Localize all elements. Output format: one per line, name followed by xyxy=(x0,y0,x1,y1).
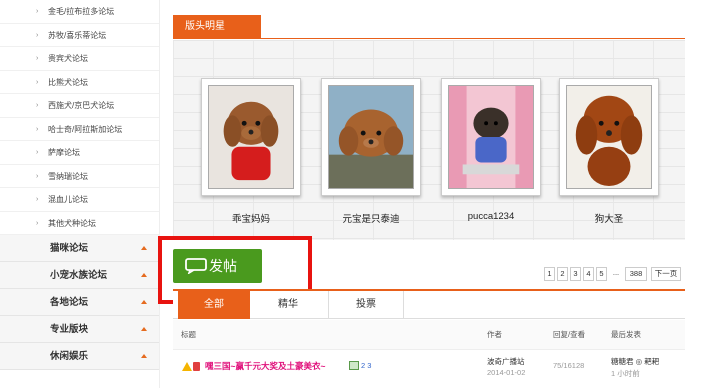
chevron-right-icon: › xyxy=(36,31,39,39)
star-photo-4[interactable] xyxy=(559,78,659,196)
thread-author[interactable]: 波奇广播站 xyxy=(487,356,525,367)
poodle-photo xyxy=(328,85,414,189)
chevron-right-icon: › xyxy=(36,125,39,133)
expand-arrow-icon xyxy=(141,354,147,358)
tab-all[interactable]: 全部 xyxy=(178,291,250,319)
chevron-right-icon: › xyxy=(36,172,39,180)
sidebar-group[interactable]: 猫咪论坛 xyxy=(0,235,159,262)
sidebar-forum-link[interactable]: › 哈士奇/阿拉斯加论坛 xyxy=(0,117,159,141)
sidebar-group[interactable]: 各地论坛 xyxy=(0,289,159,316)
section-title-underline xyxy=(173,38,685,39)
sidebar-group[interactable]: 休闲娱乐 xyxy=(0,343,159,370)
sidebar-forum-label: 金毛/拉布拉多论坛 xyxy=(48,7,115,16)
thread-pages[interactable]: 2 3 xyxy=(361,361,371,370)
sidebar-forum-link[interactable]: › 西施犬/京巴犬论坛 xyxy=(0,94,159,118)
star-photo-2[interactable] xyxy=(321,78,421,196)
thread-table-header: 标题 作者 回复/查看 最后发表 xyxy=(173,320,685,350)
page-link[interactable]: 5 xyxy=(596,267,607,281)
thread-stats: 75/16128 xyxy=(553,361,585,370)
sidebar-forum-label: 苏牧/喜乐蒂论坛 xyxy=(48,30,107,40)
chevron-right-icon: › xyxy=(36,219,39,227)
last-post-user[interactable]: 糖糖君 ◎ 耙耙 xyxy=(611,356,659,367)
sidebar-forum-label: 萨摩论坛 xyxy=(48,148,80,157)
sidebar-forum-link[interactable]: › 金毛/拉布拉多论坛 xyxy=(0,0,159,24)
poodle-photo xyxy=(566,85,652,189)
next-page-button[interactable]: 下一页 xyxy=(651,267,681,281)
chevron-right-icon: › xyxy=(36,196,39,203)
sidebar-forum-link[interactable]: › 混血儿论坛 xyxy=(0,188,159,212)
group-list: 猫咪论坛小宠水族论坛 各地论坛专业版块休闲娱乐 xyxy=(0,235,159,370)
expand-arrow-icon xyxy=(141,246,147,250)
page-link[interactable]: 2 xyxy=(557,267,568,281)
sidebar-group-label: 小宠水族论坛 xyxy=(50,270,108,281)
thread-title[interactable]: 嘿三国~赢千元大奖及土豪美衣~ xyxy=(205,360,325,372)
chevron-right-icon: › xyxy=(36,55,39,62)
sidebar-forum-label: 雪纳瑞论坛 xyxy=(48,171,88,181)
col-stats: 回复/查看 xyxy=(553,330,586,339)
sidebar-forum-link[interactable]: › 雪纳瑞论坛 xyxy=(0,164,159,188)
star-name[interactable]: 乖宝妈妈 xyxy=(201,211,301,225)
sidebar-forum-label: 混血儿论坛 xyxy=(48,195,88,204)
chevron-right-icon: › xyxy=(36,78,39,86)
page-link[interactable]: 3 xyxy=(570,267,581,281)
forum-list: › 金毛/拉布拉多论坛 › 苏牧/喜乐蒂论坛 › 贵宾犬论坛 › 比熊犬论坛 › 西施犬/京巴犬论… xyxy=(0,0,159,235)
sidebar-forum-link[interactable]: › 苏牧/喜乐蒂论坛 xyxy=(0,23,159,47)
last-post-time: 1 小时前 xyxy=(611,369,640,378)
star-name[interactable]: 狗大圣 xyxy=(559,211,659,225)
col-title: 标题 xyxy=(181,330,196,339)
tab-poll[interactable]: 投票 xyxy=(328,291,404,319)
star-name[interactable]: pucca1234 xyxy=(441,211,541,222)
sidebar-group[interactable]: 专业版块 xyxy=(0,316,159,343)
poodle-photo xyxy=(448,85,534,189)
star-photo-1[interactable] xyxy=(201,78,301,196)
page-ellipsis: ... xyxy=(609,267,623,281)
page-link[interactable]: 1 xyxy=(544,267,555,281)
sidebar-forum-label: 其他犬种论坛 xyxy=(48,218,96,228)
chevron-right-icon: › xyxy=(36,8,39,15)
page-link[interactable]: 4 xyxy=(583,267,594,281)
sidebar-group-label: 猫咪论坛 xyxy=(50,243,89,254)
section-title: 版头明星 xyxy=(173,15,261,39)
sidebar-forum-label: 西施犬/京巴犬论坛 xyxy=(48,101,115,110)
expand-arrow-icon xyxy=(141,327,147,331)
star-name[interactable]: 元宝是只泰迪 xyxy=(321,211,421,225)
sidebar: › 金毛/拉布拉多论坛 › 苏牧/喜乐蒂论坛 › 贵宾犬论坛 › 比熊犬论坛 › 西施犬/京巴犬论… xyxy=(0,0,160,388)
image-attachment-icon xyxy=(349,361,359,372)
expand-arrow-icon xyxy=(141,300,147,304)
sidebar-forum-link[interactable]: › 其他犬种论坛 xyxy=(0,211,159,235)
chevron-right-icon: › xyxy=(36,102,39,109)
thread-date: 2014-01-02 xyxy=(487,368,526,377)
col-author: 作者 xyxy=(487,330,502,339)
sidebar-forum-link[interactable]: › 贵宾犬论坛 xyxy=(0,47,159,71)
sidebar-group-label: 各地论坛 xyxy=(50,297,89,308)
expand-arrow-icon xyxy=(141,273,147,277)
sidebar-forum-label: 贵宾犬论坛 xyxy=(48,54,88,63)
announcement-icon xyxy=(181,360,201,374)
table-row[interactable]: 嘿三国~赢千元大奖及土豪美衣~ 2 3 波奇广播站 2014-01-02 75/… xyxy=(173,350,685,388)
col-last-post: 最后发表 xyxy=(611,330,641,339)
sidebar-forum-link[interactable]: › 比熊犬论坛 xyxy=(0,70,159,94)
tab-featured[interactable]: 精华 xyxy=(252,291,324,319)
sidebar-group-label: 休闲娱乐 xyxy=(50,351,89,362)
sidebar-forum-link[interactable]: › 萨摩论坛 xyxy=(0,141,159,165)
page-link-last[interactable]: 388 xyxy=(625,267,647,281)
sidebar-group[interactable]: 小宠水族论坛 xyxy=(0,262,159,289)
chevron-right-icon: › xyxy=(36,149,39,156)
sidebar-forum-label: 比熊犬论坛 xyxy=(48,77,88,87)
star-photo-3[interactable] xyxy=(441,78,541,196)
sidebar-group-label: 专业版块 xyxy=(50,324,89,335)
poodle-photo xyxy=(208,85,294,189)
sidebar-forum-label: 哈士奇/阿拉斯加论坛 xyxy=(48,124,123,134)
star-wall: 乖宝妈妈 元宝是只泰迪 pucca1234 狗大圣 xyxy=(173,40,685,240)
